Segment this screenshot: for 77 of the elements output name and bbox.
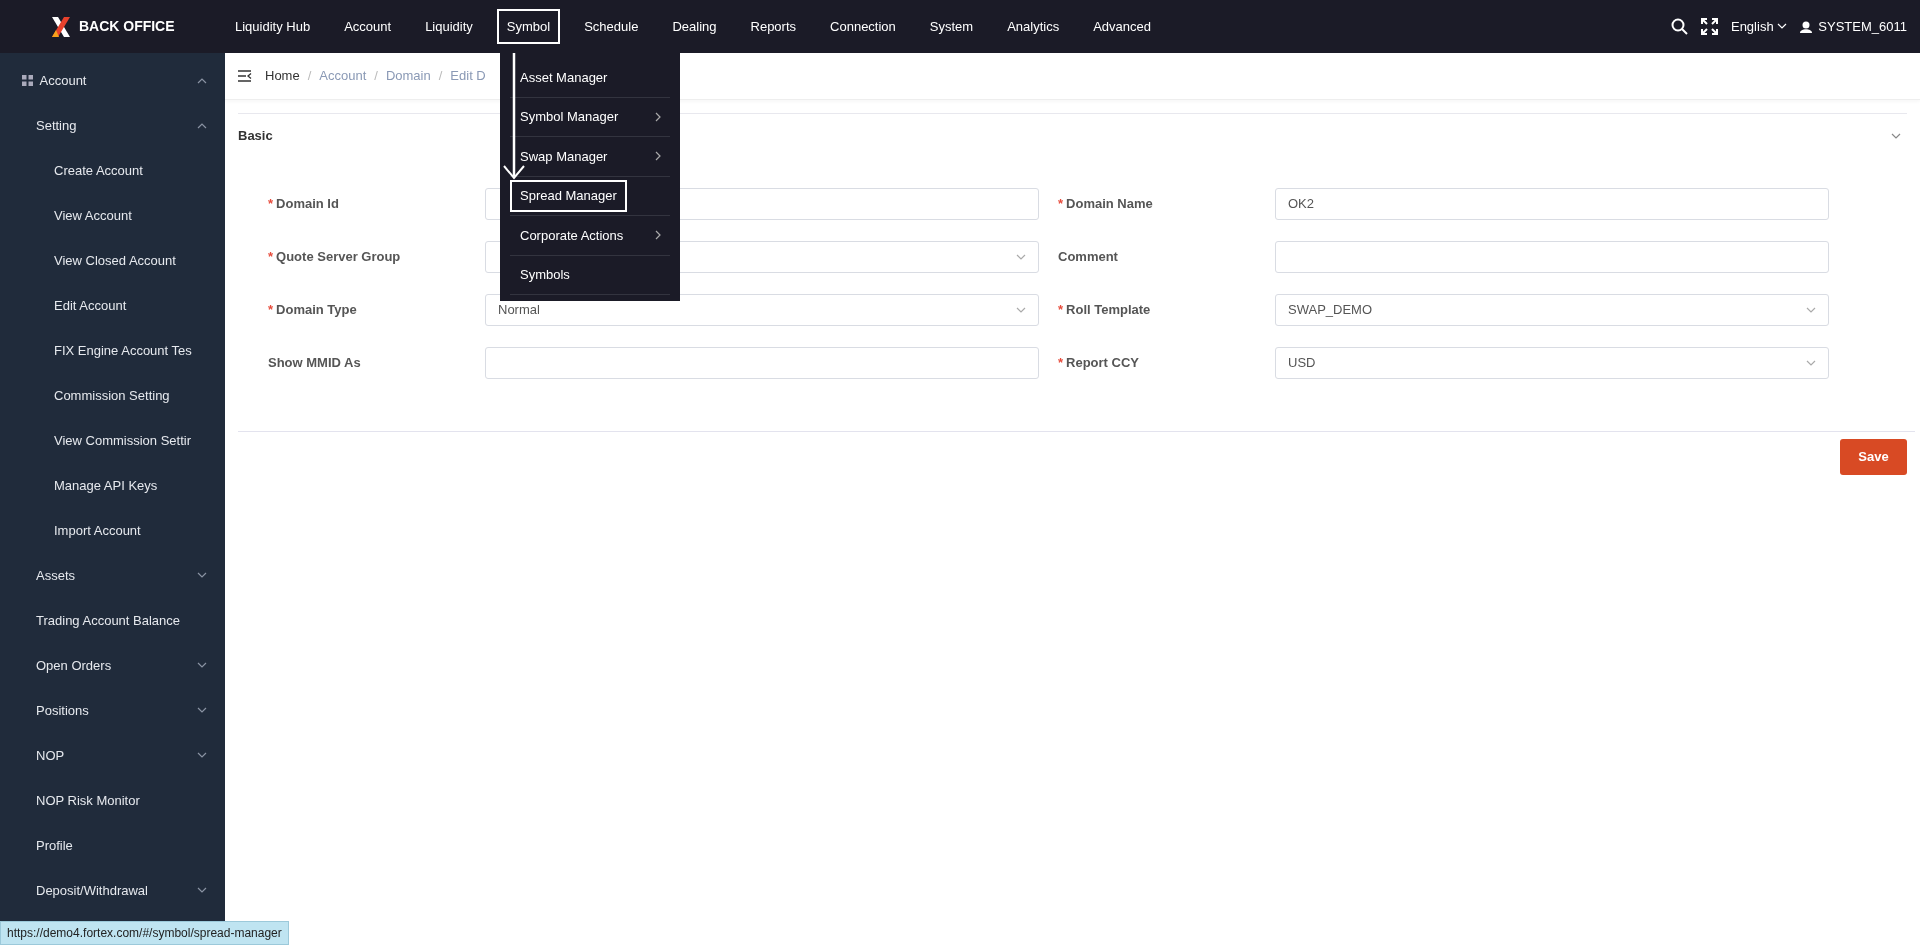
sidebar-item[interactable]: Import Account — [0, 508, 225, 553]
field-label: Report CCY — [1066, 354, 1139, 373]
sidebar-item[interactable]: View Commission Settir — [0, 418, 225, 463]
sidebar-item[interactable]: NOP Risk Monitor — [0, 778, 225, 823]
nav-item[interactable]: Symbol — [496, 8, 561, 45]
breadcrumb-separator: / — [374, 67, 378, 86]
user-icon — [1799, 20, 1812, 33]
sidebar-item[interactable]: Profile — [0, 823, 225, 868]
language-selector[interactable]: English — [1730, 16, 1787, 37]
required-mark: * — [1058, 301, 1064, 320]
menu-item[interactable]: Spread Manager — [510, 180, 627, 212]
chevron-down-icon — [1806, 359, 1816, 367]
sidebar-item[interactable]: Open Orders — [0, 643, 225, 688]
sidebar-item[interactable]: View Closed Account — [0, 238, 225, 283]
sidebar-item[interactable]: NOP — [0, 733, 225, 778]
breadcrumb-separator: / — [438, 67, 443, 86]
nav-item[interactable]: System — [919, 8, 984, 45]
grid-icon — [22, 75, 33, 86]
required-mark: * — [1058, 195, 1064, 214]
field-label: Domain Type — [276, 301, 357, 320]
required-mark: * — [1058, 354, 1064, 373]
sidebar-item[interactable]: Edit Account — [0, 283, 225, 328]
sidebar-item[interactable]: FIX Engine Account Tes — [0, 328, 225, 373]
nav-item[interactable]: Analytics — [997, 8, 1070, 45]
chevron-down-icon — [1016, 306, 1026, 314]
fullscreen-icon[interactable] — [1700, 18, 1718, 35]
field-label: Domain Id — [276, 195, 339, 214]
field-label: Comment — [1058, 248, 1118, 267]
breadcrumb-link[interactable]: Home — [265, 66, 300, 86]
nav-item[interactable]: Reports — [740, 8, 807, 45]
chevron-down-icon — [1776, 23, 1787, 30]
nav-item[interactable]: Advanced — [1083, 8, 1162, 45]
nav-item[interactable]: Liquidity — [415, 8, 483, 45]
chevron-down-icon — [1806, 306, 1816, 314]
menu-item[interactable]: Asset Manager — [510, 61, 618, 93]
required-mark: * — [268, 301, 274, 320]
breadcrumb-separator: / — [307, 67, 312, 86]
field-label: Show MMID As — [268, 354, 361, 373]
sidebar-item[interactable]: Manage API Keys — [0, 463, 225, 508]
search-icon[interactable] — [1670, 18, 1688, 35]
user-name[interactable]: SYSTEM_6011 — [1818, 16, 1907, 37]
menu-icon[interactable] — [238, 70, 252, 82]
sidebar-item[interactable]: Deposit/Withdrawal — [0, 868, 225, 913]
select-field[interactable]: SWAP_DEMO — [1275, 294, 1829, 326]
link-url-tooltip: https://demo4.fortex.com/#/symbol/spread-manager — [0, 921, 289, 945]
chevron-down-icon[interactable] — [1891, 132, 1901, 140]
input-field[interactable]: OK2 — [1275, 188, 1829, 220]
input-field[interactable] — [485, 347, 1039, 379]
input-field[interactable] — [1275, 241, 1829, 273]
select-field[interactable]: USD — [1275, 347, 1829, 379]
menu-item[interactable]: Symbols — [510, 259, 580, 291]
menu-item[interactable]: Swap Manager — [510, 140, 618, 172]
chevron-down-icon — [1016, 253, 1026, 261]
sidebar-item[interactable]: Setting — [0, 103, 225, 148]
sidebar-item[interactable]: Commission Setting — [0, 373, 225, 418]
nav-item[interactable]: Schedule — [574, 8, 649, 45]
nav-item[interactable]: Account — [334, 8, 402, 45]
save-button[interactable]: Save — [1840, 438, 1907, 475]
nav-item[interactable]: Dealing — [662, 8, 727, 45]
nav-item[interactable]: Liquidity Hub — [225, 8, 321, 45]
sidebar-item[interactable]: Account — [0, 58, 225, 103]
required-mark: * — [268, 195, 274, 214]
app-title: BACK OFFICE — [78, 17, 175, 36]
sidebar-item[interactable]: Create Account — [0, 148, 225, 193]
field-label: Roll Template — [1066, 301, 1151, 320]
field-label: Domain Name — [1066, 195, 1153, 214]
menu-item[interactable]: Symbol Manager — [510, 101, 629, 133]
sidebar-item[interactable]: Positions — [0, 688, 225, 733]
sidebar-item[interactable]: Assets — [0, 553, 225, 598]
nav-item[interactable]: Connection — [820, 8, 906, 45]
field-label: Quote Server Group — [276, 248, 401, 267]
sidebar-item[interactable]: View Account — [0, 193, 225, 238]
sidebar-item[interactable]: Trading Account Balance — [0, 598, 225, 643]
logo-icon — [50, 14, 73, 39]
required-mark: * — [268, 248, 274, 267]
menu-item[interactable]: Corporate Actions — [510, 219, 634, 251]
section-title: Basic — [238, 127, 273, 146]
